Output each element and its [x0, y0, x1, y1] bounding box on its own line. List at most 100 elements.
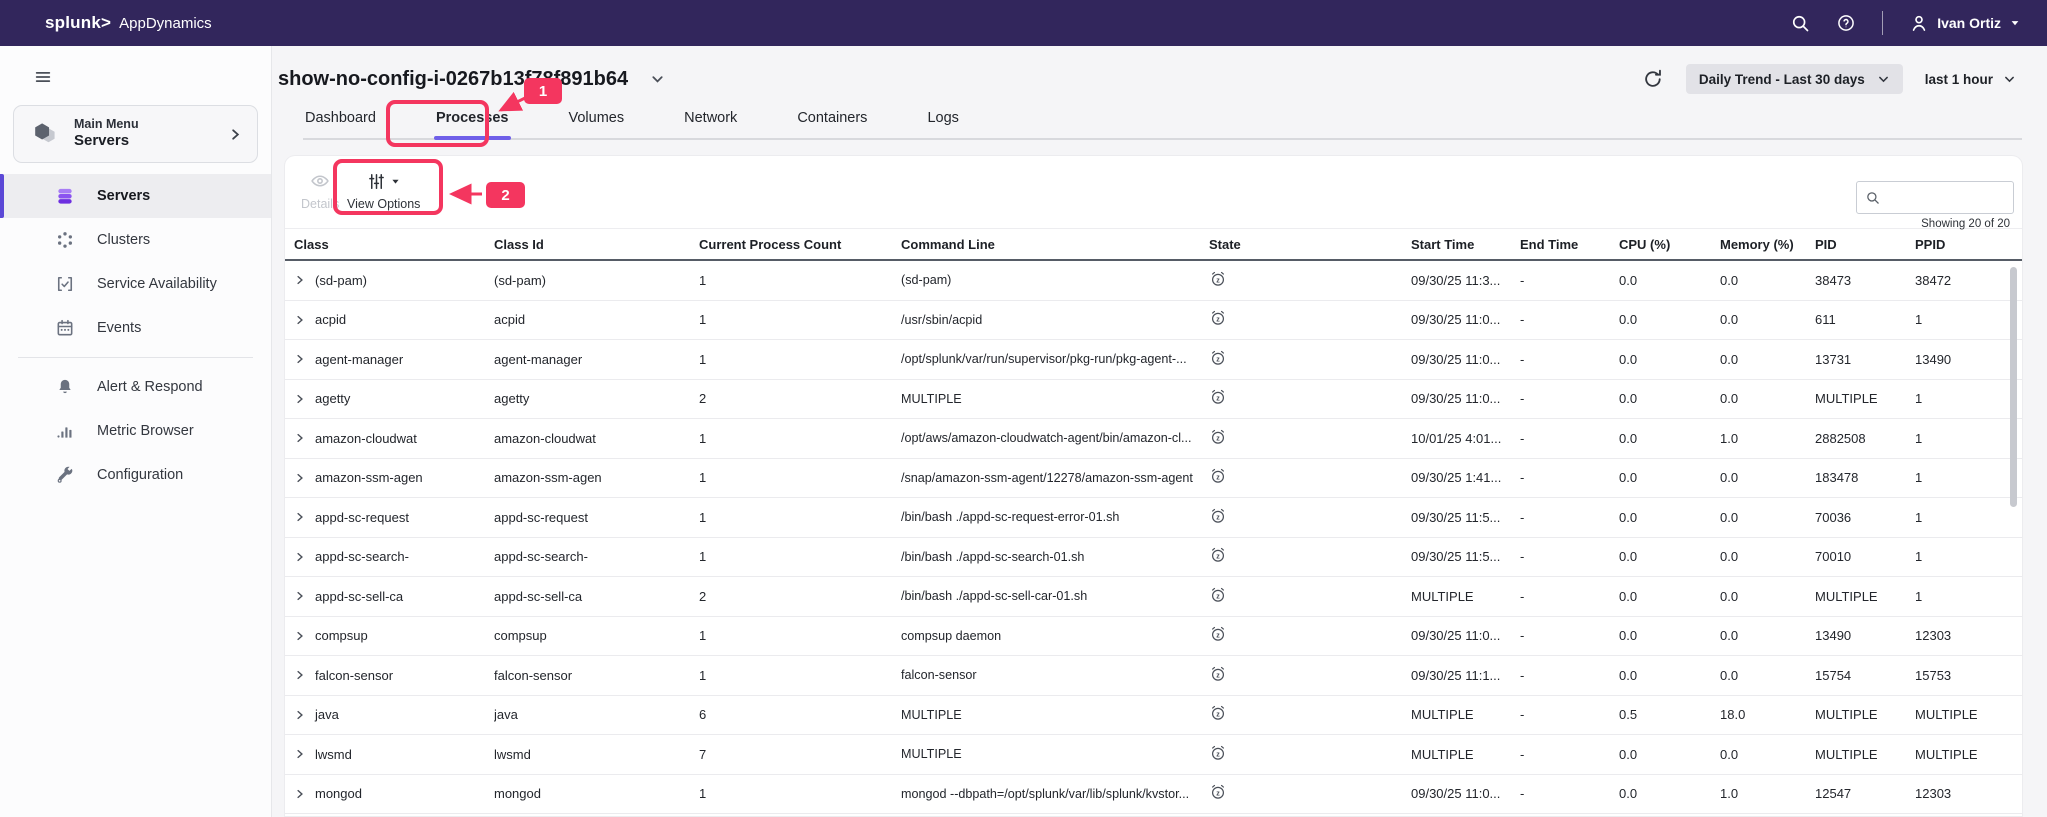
svg-text:z: z — [1216, 513, 1220, 521]
expand-chevron-icon[interactable] — [294, 511, 306, 523]
sleeping-state-icon: z — [1209, 704, 1227, 722]
tab-processes[interactable]: Processes — [433, 110, 511, 140]
sidebar-item-events[interactable]: Events — [0, 306, 271, 350]
cell-command-line: /opt/aws/amazon-cloudwatch-agent/bin/ama… — [901, 431, 1192, 446]
cell-class-id: agetty — [494, 391, 530, 407]
expand-chevron-icon[interactable] — [294, 590, 306, 602]
cell-state: z — [1209, 270, 1411, 291]
column-header-class[interactable]: Class — [294, 237, 494, 252]
cell-class-id: appd-sc-sell-ca — [494, 588, 583, 604]
table-row-appd-sc-search[interactable]: appd-sc-search-appd-sc-search- 1/bin/bash… — [285, 538, 2022, 577]
search-input[interactable] — [1886, 190, 2005, 205]
column-header-memory[interactable]: Memory (%) — [1720, 237, 1815, 252]
table-row-appd-sc-request[interactable]: appd-sc-request appd-sc-request 1/bin/bash… — [285, 498, 2022, 538]
cell-pid: 38473 — [1815, 272, 1852, 288]
sidebar-item-label: Service Availability — [97, 276, 217, 292]
tab-logs[interactable]: Logs — [925, 110, 960, 138]
expand-chevron-icon[interactable] — [294, 709, 306, 721]
table-row-agent-manager[interactable]: agent-manager agent-manager 1/opt/splunk/v… — [285, 340, 2022, 380]
help-icon[interactable] — [1836, 13, 1856, 33]
cell-command-line: /opt/splunk/var/run/supervisor/pkg-run/p… — [901, 352, 1187, 367]
cell-pid: 611 — [1815, 312, 1836, 328]
trend-selector[interactable]: Daily Trend - Last 30 days — [1685, 64, 1903, 94]
main-menu-label: Main Menu — [74, 116, 139, 131]
caret-down-icon — [2009, 17, 2021, 29]
expand-chevron-icon[interactable] — [294, 551, 306, 563]
column-header-start-time[interactable]: Start Time — [1411, 237, 1520, 252]
tab-network[interactable]: Network — [682, 110, 739, 138]
sidebar-item-configuration[interactable]: Configuration — [0, 453, 271, 497]
expand-chevron-icon[interactable] — [294, 630, 306, 642]
database-icon — [55, 186, 75, 206]
column-header-current-process-count[interactable]: Current Process Count — [699, 237, 901, 252]
chevron-right-icon — [228, 127, 243, 142]
expand-chevron-icon[interactable] — [294, 748, 306, 760]
search-icon[interactable] — [1790, 13, 1810, 33]
table-row-amazon-cloudwat[interactable]: amazon-cloudwat amazon-cloudwat 1/opt/aws/… — [285, 419, 2022, 459]
column-header-ppid[interactable]: PPID — [1915, 237, 2022, 252]
table-row-lwsmd[interactable]: lwsmd lwsmd 7 MULTIPLE z MULTIPLE - 0.0 0.0 MULTI… — [285, 735, 2022, 775]
svg-text:z: z — [1216, 790, 1220, 798]
cell-cpu: 0.0 — [1619, 272, 1638, 288]
view-options-button[interactable]: View Options — [347, 171, 420, 211]
sliders-icon — [367, 172, 386, 191]
appdynamics-label: AppDynamics — [119, 15, 212, 32]
sidebar-item-metric-browser[interactable]: Metric Browser — [0, 409, 271, 453]
cell-command-line: mongod --dbpath=/opt/splunk/var/lib/splu… — [901, 786, 1190, 801]
search-icon — [1865, 190, 1880, 205]
wrench-icon — [55, 465, 75, 485]
sidebar-item-label: Servers — [97, 188, 151, 204]
table-row-compsup[interactable]: compsup compsup 1 compsup daemon z 09/30/25 1… — [285, 617, 2022, 656]
tab-containers[interactable]: Containers — [795, 110, 869, 138]
expand-chevron-icon[interactable] — [294, 432, 306, 444]
expand-chevron-icon[interactable] — [294, 353, 306, 365]
expand-chevron-icon[interactable] — [294, 669, 306, 681]
column-header-pid[interactable]: PID — [1815, 237, 1915, 252]
table-row-agetty[interactable]: agetty agetty 2 MULTIPLE z 09/30/25 11:0... - 0… — [285, 380, 2022, 419]
selected-indicator — [0, 306, 4, 350]
table-row-mongod[interactable]: mongod mongod 1 mongod --dbpath=/opt/splunk… — [285, 775, 2022, 814]
table-row-appd-sc-sell-ca[interactable]: appd-sc-sell-ca appd-sc-sell-ca 2/bin/bash… — [285, 577, 2022, 617]
selected-indicator — [0, 218, 4, 262]
sleeping-state-icon: z — [1209, 665, 1227, 683]
cell-cpu: 0.0 — [1619, 312, 1638, 328]
column-header-class-id[interactable]: Class Id — [494, 237, 699, 252]
expand-chevron-icon[interactable] — [294, 274, 306, 286]
tab-volumes[interactable]: Volumes — [567, 110, 627, 138]
cell-state: z — [1209, 428, 1411, 449]
sidebar-item-clusters[interactable]: Clusters — [0, 218, 271, 262]
column-header-end-time[interactable]: End Time — [1520, 237, 1619, 252]
cell-memory: 0.0 — [1720, 351, 1739, 367]
chevron-down-icon — [1877, 73, 1890, 86]
cell-class: falcon-sensor — [294, 668, 494, 683]
cell-pid: MULTIPLE — [1815, 707, 1878, 723]
table-scrollbar[interactable] — [2010, 267, 2017, 507]
column-header-state[interactable]: State — [1209, 237, 1411, 252]
expand-chevron-icon[interactable] — [294, 472, 306, 484]
cell-process-count: 1 — [699, 470, 707, 486]
cell-class: amazon-ssm-agen — [294, 470, 494, 485]
sidebar-item-service-availability[interactable]: Service Availability — [0, 262, 271, 306]
main-menu-card[interactable]: Main Menu Servers — [13, 105, 258, 163]
table-row-amazon-ssm-agen[interactable]: amazon-ssm-agen amazon-ssm-agen 1/snap/ama… — [285, 459, 2022, 498]
user-menu[interactable]: Ivan Ortiz — [1909, 13, 2021, 33]
table-row-acpid[interactable]: acpid acpid 1/usr/sbin/acpid z 09/30/25 11:0… — [285, 301, 2022, 340]
sidebar-item-alert-respond[interactable]: Alert & Respond — [0, 365, 271, 409]
expand-chevron-icon[interactable] — [294, 393, 306, 405]
table-row-sd-pam[interactable]: (sd-pam) (sd-pam) 1 (sd-pam) z 09/30/25 11:3.… — [285, 261, 2022, 301]
sidebar-item-servers[interactable]: Servers — [0, 174, 271, 218]
expand-chevron-icon[interactable] — [294, 314, 306, 326]
menu-toggle-icon[interactable] — [32, 68, 54, 86]
title-chevron-down-icon[interactable] — [650, 72, 665, 87]
cell-start-time: 09/30/25 11:0... — [1411, 312, 1501, 328]
tab-dashboard[interactable]: Dashboard — [303, 110, 378, 138]
table-row-java[interactable]: java java 6 MULTIPLE z MULTIPLE - 0.5 18.0 MULTIP… — [285, 696, 2022, 735]
time-range-selector[interactable]: last 1 hour — [1925, 72, 2016, 87]
column-header-cpu[interactable]: CPU (%) — [1619, 237, 1720, 252]
cell-pid: MULTIPLE — [1815, 588, 1878, 604]
column-header-command-line[interactable]: Command Line — [901, 237, 1209, 252]
refresh-icon[interactable] — [1642, 68, 1664, 90]
expand-chevron-icon[interactable] — [294, 788, 306, 800]
table-row-falcon-sensor[interactable]: falcon-sensor falcon-sensor 1 falcon-sensor… — [285, 656, 2022, 696]
details-button[interactable]: Details — [301, 171, 339, 211]
